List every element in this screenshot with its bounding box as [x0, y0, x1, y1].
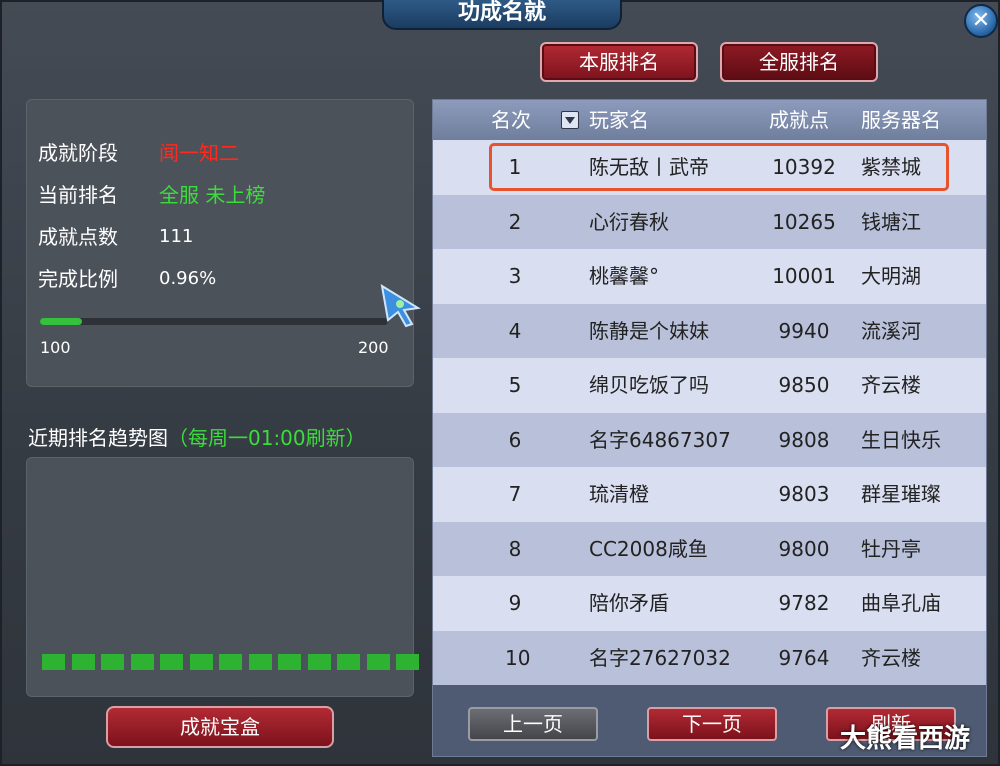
trend-bar	[307, 654, 331, 670]
rank-cell: 3	[508, 264, 522, 288]
server-cell: 流溪河	[861, 318, 921, 343]
tab-server-rank[interactable]: 本服排名	[540, 42, 698, 82]
table-row[interactable]: 6 名字64867307 9808 生日快乐	[433, 412, 986, 467]
trend-note: （每周一01:00刷新）	[168, 426, 366, 450]
trend-bar	[189, 654, 213, 670]
trend-bar	[396, 654, 419, 670]
table-row[interactable]: 2 心衍春秋 10265 钱塘江	[433, 194, 986, 249]
server-cell: 齐云楼	[861, 645, 921, 670]
player-cell: CC2008咸鱼	[589, 536, 708, 561]
achievement-window: 功成名就 ✕ 本服排名 全服排名 成就阶段 闻一知二 当前排名 全服 未上榜 成…	[0, 0, 1000, 766]
player-cell: 桃馨馨°	[589, 264, 659, 288]
points-label: 成就点数	[38, 225, 118, 249]
points-cell: 9940	[778, 318, 830, 343]
table-row[interactable]: 9 陪你矛盾 9782 曲阜孔庙	[433, 576, 986, 631]
server-cell: 齐云楼	[861, 373, 921, 397]
points-cell: 10265	[772, 209, 836, 234]
points-cell: 9800	[778, 536, 830, 561]
close-button[interactable]: ✕	[964, 4, 998, 38]
table-header: 名次 玩家名 成就点 服务器名	[433, 100, 986, 140]
trend-title-text: 近期排名趋势图	[28, 426, 168, 450]
player-cell: 陪你矛盾	[589, 591, 669, 615]
points-cell: 9782	[778, 591, 830, 615]
window-title: 功成名就	[382, 0, 622, 30]
header-player[interactable]: 玩家名	[589, 100, 649, 140]
trend-bar	[42, 654, 65, 670]
player-cell: 名字64867307	[589, 427, 731, 452]
player-cell: 绵贝吃饭了吗	[589, 373, 709, 397]
scale-min-label: 100	[40, 338, 71, 357]
trend-title: 近期排名趋势图（每周一01:00刷新）	[28, 422, 366, 451]
progress-fill	[40, 318, 82, 325]
player-cell: 陈静是个妹妹	[589, 318, 709, 343]
player-cell: 琉清橙	[589, 482, 649, 506]
server-cell: 群星璀璨	[861, 482, 941, 506]
game-cursor-icon	[380, 283, 421, 328]
table-row[interactable]: 10 名字27627032 9764 齐云楼	[433, 630, 986, 685]
points-cell: 9803	[778, 482, 830, 506]
server-cell: 大明湖	[861, 264, 921, 288]
progress-bar	[40, 318, 388, 325]
points-cell: 9764	[778, 645, 830, 670]
rank-cell: 6	[508, 427, 522, 452]
points-cell: 9808	[778, 427, 830, 452]
points-cell: 9850	[778, 373, 830, 397]
trend-bar	[366, 654, 390, 670]
stage-value: 闻一知二	[159, 141, 239, 165]
table-row[interactable]: 3 桃馨馨° 10001 大明湖	[433, 249, 986, 304]
header-rank[interactable]: 名次	[491, 100, 531, 140]
rank-value: 全服 未上榜	[159, 183, 266, 207]
table-row[interactable]: 7 琉清橙 9803 群星璀璨	[433, 467, 986, 522]
ratio-label: 完成比例	[38, 267, 118, 291]
trend-bar	[71, 654, 95, 670]
treasure-box-button[interactable]: 成就宝盒	[106, 706, 334, 748]
server-cell: 生日快乐	[861, 427, 941, 452]
player-cell: 心衍春秋	[589, 209, 669, 234]
server-cell: 牡丹亭	[861, 536, 921, 561]
ratio-value: 0.96%	[159, 268, 217, 289]
rank-cell: 7	[508, 482, 522, 506]
player-cell: 名字27627032	[589, 645, 731, 670]
table-row[interactable]: 4 陈静是个妹妹 9940 流溪河	[433, 303, 986, 358]
header-points[interactable]: 成就点	[769, 100, 829, 140]
server-cell: 钱塘江	[861, 209, 921, 234]
points-value: 111	[159, 226, 194, 247]
rank-cell: 9	[508, 591, 522, 615]
scale-max-label: 200	[358, 338, 389, 357]
trend-bar	[219, 654, 242, 670]
next-page-button[interactable]: 下一页	[647, 707, 777, 741]
table-row[interactable]: 8 CC2008咸鱼 9800 牡丹亭	[433, 521, 986, 576]
trend-bar	[248, 654, 272, 670]
rank-cell: 5	[508, 373, 522, 397]
stage-label: 成就阶段	[38, 141, 118, 165]
trend-bar	[278, 654, 301, 670]
header-server[interactable]: 服务器名	[861, 100, 941, 140]
trend-bar	[101, 654, 124, 670]
trend-bar	[160, 654, 183, 670]
ranking-table: 名次 玩家名 成就点 服务器名 1 陈无敌丨武帝 10392 紫禁城 2 心衍春秋 1026…	[432, 99, 987, 757]
trend-bar	[130, 654, 154, 670]
watermark: 大熊看西游	[840, 724, 971, 754]
rank-cell: 2	[508, 209, 522, 234]
rank-label: 当前排名	[38, 183, 118, 207]
trend-bar	[337, 654, 360, 670]
rank-cell: 10	[505, 645, 531, 670]
rank-cell: 8	[508, 536, 522, 561]
tab-all-rank[interactable]: 全服排名	[720, 42, 878, 82]
table-row[interactable]: 5 绵贝吃饭了吗 9850 齐云楼	[433, 358, 986, 413]
dropdown-arrow-icon[interactable]	[561, 111, 579, 129]
highlight-box	[489, 143, 949, 191]
points-cell: 10001	[772, 264, 836, 288]
server-cell: 曲阜孔庙	[861, 591, 941, 615]
rank-cell: 4	[508, 318, 522, 343]
prev-page-button[interactable]: 上一页	[468, 707, 598, 741]
